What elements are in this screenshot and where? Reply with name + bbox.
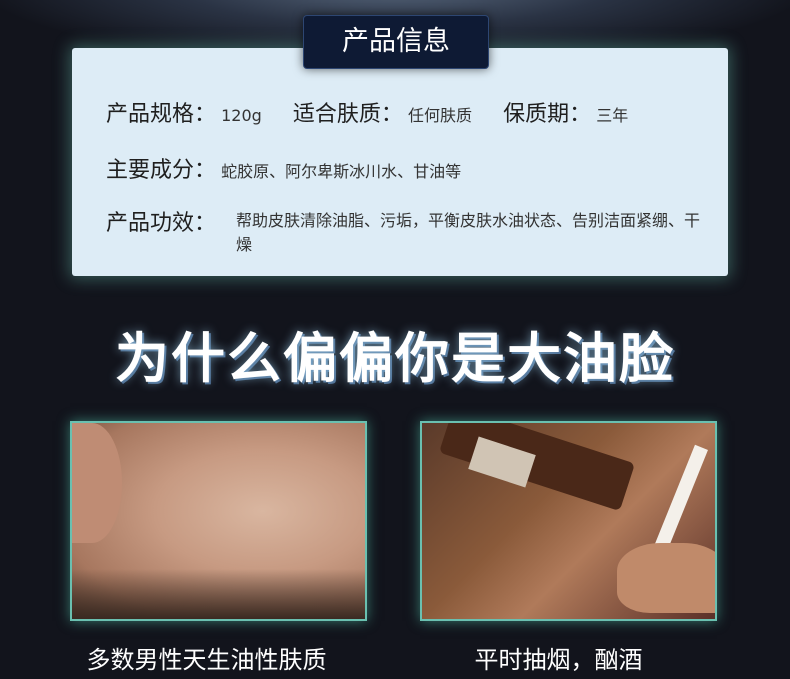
shelf-life-value: 三年 [596,106,629,125]
caption-oily-skin: 多数男性天生油性肤质 [86,646,327,674]
spec-label: 产品规格： [106,102,217,127]
caption-smoking-drinking: 平时抽烟，酗酒 [474,646,643,674]
spec-value: 120g [221,106,262,125]
spec-pair: 产品规格： 120g [106,96,262,128]
info-row-ingredients: 主要成分： 蛇胶原、阿尔卑斯冰川水、甘油等 [106,152,708,184]
shelf-pair: 保质期： 三年 [503,96,628,128]
section-title-badge: 产品信息 [303,15,489,69]
product-info-card: 产品规格： 120g 适合肤质： 任何肤质 保质期： 三年 主要成分： 蛇胶原、… [72,48,728,276]
skin-pair: 适合肤质： 任何肤质 [293,96,472,128]
headline: 为什么偏偏你是大油脸 [115,327,675,390]
hand-shape [617,543,715,613]
info-row-effect: 产品功效： 帮助皮肤清除油脂、污垢，平衡皮肤水油状态、告别洁面紧绷、干燥 [106,205,708,254]
effect-value: 帮助皮肤清除油脂、污垢，平衡皮肤水油状态、告别洁面紧绷、干燥 [236,211,701,254]
info-row-basic: 产品规格： 120g 适合肤质： 任何肤质 保质期： 三年 [106,96,708,128]
skin-type-value: 任何肤质 [408,106,473,125]
skin-type-label: 适合肤质： [292,102,403,127]
effect-label: 产品功效： [106,211,217,236]
oily-skin-photo [70,421,367,621]
ingredients-label: 主要成分： [106,158,217,183]
ear-shape [72,423,122,543]
shelf-life-label: 保质期： [503,102,592,127]
photo-shadow [72,569,365,619]
ingredients-value: 蛇胶原、阿尔卑斯冰川水、甘油等 [221,162,462,181]
smoking-drinking-photo [420,421,717,621]
